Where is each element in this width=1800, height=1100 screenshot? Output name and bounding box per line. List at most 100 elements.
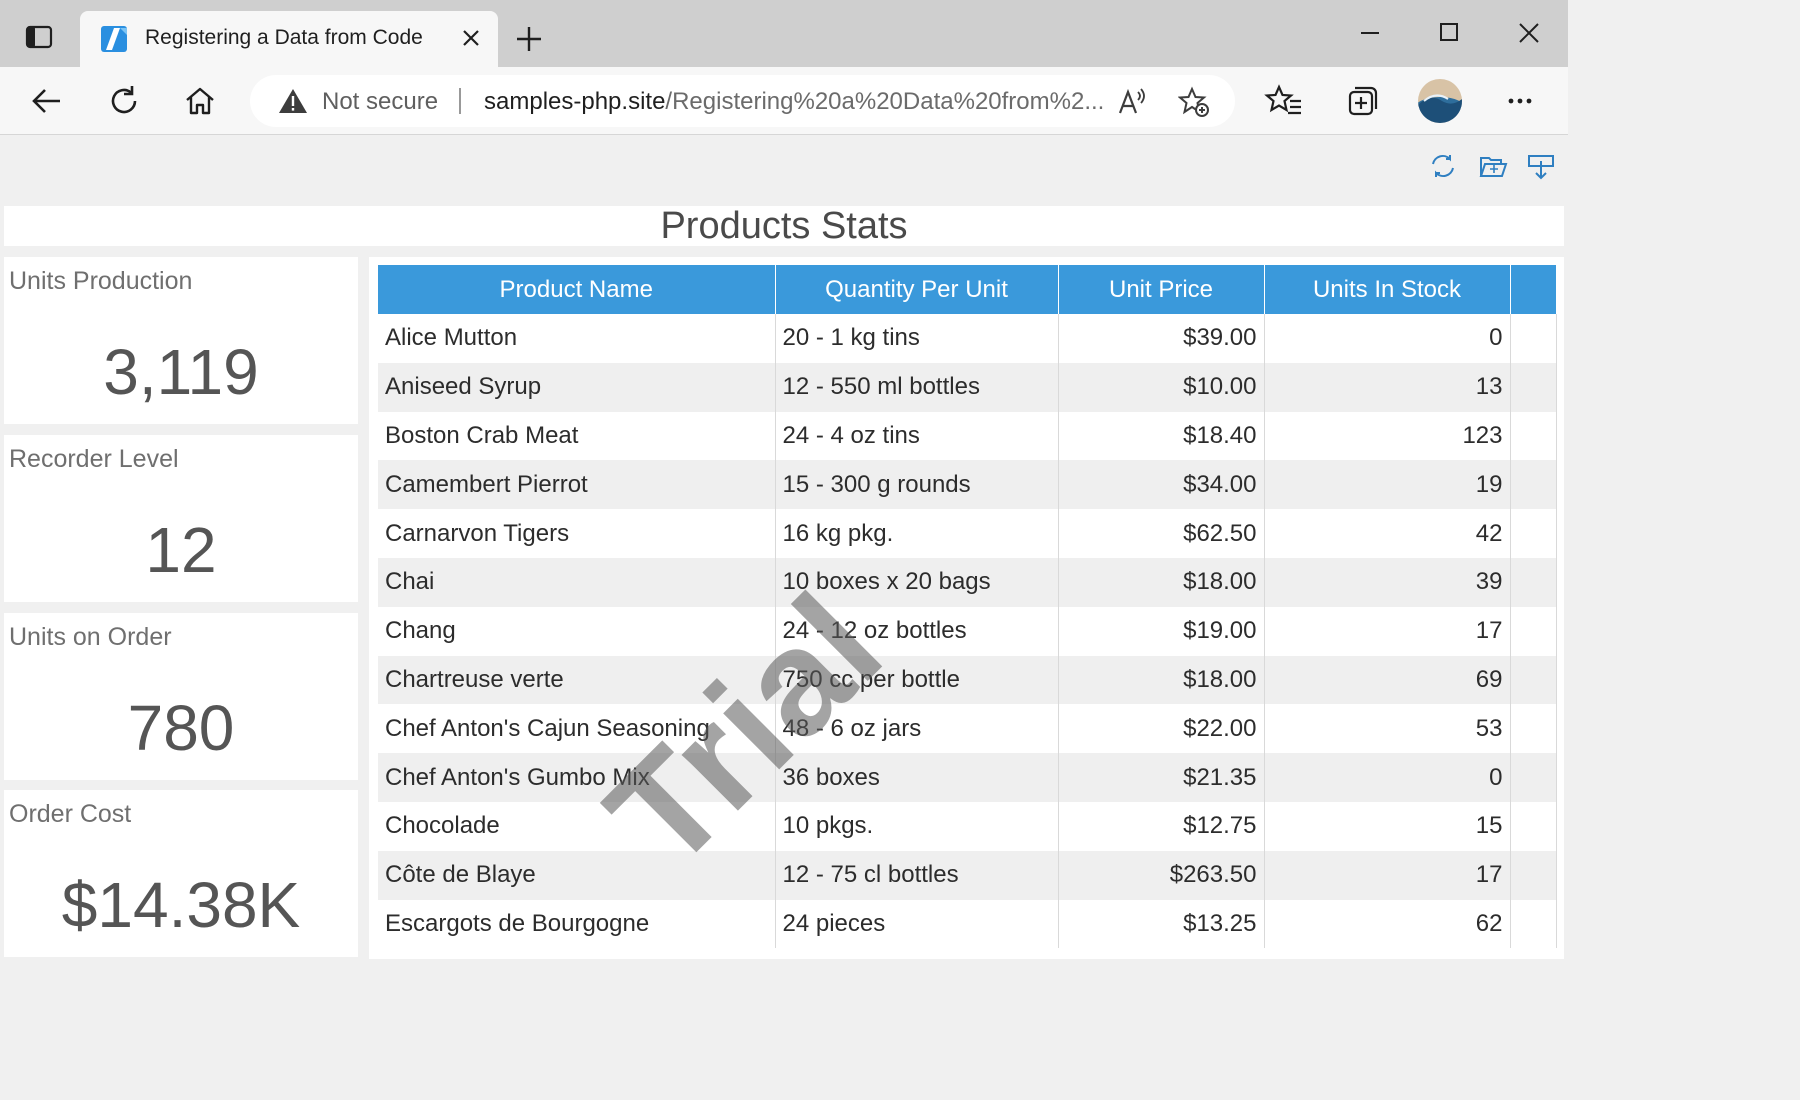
cell-product-name: Côte de Blaye bbox=[378, 850, 776, 900]
column-header-product-name[interactable]: Product Name bbox=[378, 265, 776, 314]
table-row[interactable]: Aniseed Syrup 12 - 550 ml bottles $10.00 13 bbox=[378, 362, 1557, 412]
cell-product-name: Chai bbox=[378, 557, 776, 607]
table-row[interactable]: Camembert Pierrot 15 - 300 g rounds $34.00… bbox=[378, 460, 1557, 510]
new-tab-icon[interactable] bbox=[512, 22, 546, 56]
table-row[interactable]: Côte de Blaye 12 - 75 cl bottles $263.50 17 bbox=[378, 850, 1557, 900]
cell-unit-price: $263.50 bbox=[1058, 850, 1265, 900]
kpi-card-units-on-order: Units on Order 780 bbox=[4, 613, 358, 780]
cell-units-in-stock: 0 bbox=[1264, 753, 1511, 802]
maximize-icon[interactable] bbox=[1429, 16, 1469, 50]
open-folder-icon[interactable] bbox=[1478, 151, 1508, 181]
cell-units-in-stock: 39 bbox=[1264, 557, 1511, 607]
cell-product-name: Chocolade bbox=[378, 801, 776, 851]
cell-unit-price: $21.35 bbox=[1058, 753, 1265, 802]
cell-spacer bbox=[1510, 850, 1557, 900]
cell-spacer bbox=[1510, 704, 1557, 754]
export-icon[interactable] bbox=[1526, 151, 1556, 181]
cell-units-in-stock: 15 bbox=[1264, 801, 1511, 851]
more-options-icon[interactable] bbox=[1500, 81, 1540, 121]
address-bar[interactable]: Not secure samples-php.site/Registering%… bbox=[250, 75, 1235, 127]
cell-unit-price: $18.40 bbox=[1058, 411, 1265, 461]
column-header-unit-price[interactable]: Unit Price bbox=[1058, 265, 1265, 314]
grid-body: Alice Mutton 20 - 1 kg tins $39.00 0 Aniseed… bbox=[378, 314, 1557, 949]
close-tab-icon[interactable] bbox=[460, 27, 482, 49]
favorites-icon[interactable] bbox=[1264, 81, 1304, 121]
cell-quantity-per-unit: 750 cc per bottle bbox=[775, 655, 1059, 705]
table-row[interactable]: Chai 10 boxes x 20 bags $18.00 39 bbox=[378, 557, 1557, 607]
table-row[interactable]: Carnarvon Tigers 16 kg pkg. $62.50 42 bbox=[378, 509, 1557, 558]
back-arrow-icon[interactable] bbox=[27, 81, 67, 121]
table-row[interactable]: Boston Crab Meat 24 - 4 oz tins $18.40 123 bbox=[378, 411, 1557, 461]
home-icon[interactable] bbox=[180, 81, 220, 121]
dashboard-title: Products Stats bbox=[660, 205, 908, 247]
kpi-card-order-cost: Order Cost $14.38K bbox=[4, 790, 358, 957]
cell-units-in-stock: 42 bbox=[1264, 509, 1511, 558]
kpi-value: 780 bbox=[127, 692, 235, 764]
minimize-icon[interactable] bbox=[1350, 16, 1390, 50]
collections-icon[interactable] bbox=[1341, 81, 1381, 121]
page-content: Products Stats Units Production 3,119 Re… bbox=[0, 135, 1568, 959]
cell-quantity-per-unit: 24 - 12 oz bottles bbox=[775, 606, 1059, 656]
url-path: /Registering%20a%20Data%20from%2... bbox=[665, 88, 1104, 115]
table-row[interactable]: Chocolade 10 pkgs. $12.75 15 bbox=[378, 801, 1557, 851]
column-header-units-in-stock[interactable]: Units In Stock bbox=[1264, 265, 1511, 314]
table-row[interactable]: Chang 24 - 12 oz bottles $19.00 17 bbox=[378, 606, 1557, 656]
table-row[interactable]: Escargots de Bourgogne 24 pieces $13.25 62 bbox=[378, 899, 1557, 949]
cell-unit-price: $19.00 bbox=[1058, 606, 1265, 656]
browser-titlebar: Registering a Data from Code bbox=[0, 0, 1568, 67]
column-header-quantity-per-unit[interactable]: Quantity Per Unit bbox=[775, 265, 1059, 314]
not-secure-label[interactable]: Not secure bbox=[322, 88, 438, 116]
cell-spacer bbox=[1510, 753, 1557, 802]
browser-toolbar: Not secure samples-php.site/Registering%… bbox=[0, 67, 1568, 135]
refresh-dashboard-icon[interactable] bbox=[1428, 151, 1458, 181]
cell-spacer bbox=[1510, 362, 1557, 412]
refresh-icon[interactable] bbox=[104, 81, 144, 121]
cell-units-in-stock: 13 bbox=[1264, 362, 1511, 412]
cell-spacer bbox=[1510, 460, 1557, 510]
cell-units-in-stock: 19 bbox=[1264, 460, 1511, 510]
cell-unit-price: $13.25 bbox=[1058, 899, 1265, 949]
table-row[interactable]: Chef Anton's Gumbo Mix 36 boxes $21.35 0 bbox=[378, 753, 1557, 802]
cell-spacer bbox=[1510, 314, 1557, 363]
address-separator bbox=[459, 88, 461, 114]
products-grid-panel: Product Name Quantity Per Unit Unit Pric… bbox=[369, 257, 1564, 959]
grid-header-row: Product Name Quantity Per Unit Unit Pric… bbox=[378, 265, 1557, 314]
cell-units-in-stock: 17 bbox=[1264, 850, 1511, 900]
cell-unit-price: $12.75 bbox=[1058, 801, 1265, 851]
warning-icon[interactable] bbox=[278, 87, 308, 115]
avatar-image-icon bbox=[1418, 79, 1462, 123]
cell-product-name: Alice Mutton bbox=[378, 314, 776, 363]
close-window-icon[interactable] bbox=[1509, 16, 1549, 50]
tab-actions-icon[interactable] bbox=[24, 22, 54, 52]
browser-tab[interactable]: Registering a Data from Code bbox=[80, 11, 498, 67]
cell-spacer bbox=[1510, 899, 1557, 949]
cell-spacer bbox=[1510, 509, 1557, 558]
cell-quantity-per-unit: 16 kg pkg. bbox=[775, 509, 1059, 558]
cell-quantity-per-unit: 48 - 6 oz jars bbox=[775, 704, 1059, 754]
cell-quantity-per-unit: 24 pieces bbox=[775, 899, 1059, 949]
table-row[interactable]: Chartreuse verte 750 cc per bottle $18.00 6… bbox=[378, 655, 1557, 705]
cell-product-name: Chartreuse verte bbox=[378, 655, 776, 705]
cell-units-in-stock: 0 bbox=[1264, 314, 1511, 363]
read-aloud-icon[interactable] bbox=[1116, 86, 1148, 118]
url-text[interactable]: samples-php.site/Registering%20a%20Data%… bbox=[484, 88, 1104, 116]
cell-units-in-stock: 53 bbox=[1264, 704, 1511, 754]
cell-quantity-per-unit: 36 boxes bbox=[775, 753, 1059, 802]
table-row[interactable]: Alice Mutton 20 - 1 kg tins $39.00 0 bbox=[378, 314, 1557, 363]
table-row[interactable]: Chef Anton's Cajun Seasoning 48 - 6 oz ja… bbox=[378, 704, 1557, 754]
dashboard-toolbar bbox=[1428, 151, 1556, 183]
cell-unit-price: $34.00 bbox=[1058, 460, 1265, 510]
cell-quantity-per-unit: 10 boxes x 20 bags bbox=[775, 557, 1059, 607]
kpi-value: $14.38K bbox=[61, 869, 301, 941]
cell-units-in-stock: 69 bbox=[1264, 655, 1511, 705]
cell-spacer bbox=[1510, 801, 1557, 851]
add-favorite-icon[interactable] bbox=[1178, 86, 1210, 118]
kpi-label: Units on Order bbox=[9, 623, 172, 651]
profile-avatar[interactable] bbox=[1418, 79, 1462, 123]
cell-unit-price: $18.00 bbox=[1058, 655, 1265, 705]
kpi-card-recorder-level: Recorder Level 12 bbox=[4, 435, 358, 602]
cell-spacer bbox=[1510, 606, 1557, 656]
cell-spacer bbox=[1510, 411, 1557, 461]
cell-quantity-per-unit: 15 - 300 g rounds bbox=[775, 460, 1059, 510]
cell-spacer bbox=[1510, 557, 1557, 607]
